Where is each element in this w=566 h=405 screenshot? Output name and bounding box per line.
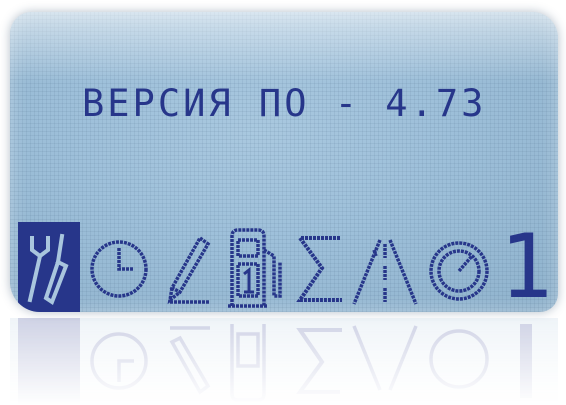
firmware-version-label: ВЕРСИЯ ПО - 4.73: [82, 82, 487, 125]
reflected-menu-number: [498, 318, 554, 405]
reflected-road-icon: [350, 318, 420, 405]
clock-icon[interactable]: [86, 222, 152, 312]
reflected-pencil-icon: [160, 318, 216, 405]
menu-number: 1: [498, 222, 554, 312]
device-screen-photo: ВЕРСИЯ ПО - 4.73 1: [0, 0, 566, 405]
reflected-speedometer-icon: [424, 318, 494, 405]
speedometer-icon[interactable]: [424, 222, 494, 312]
reflected-wrench-screwdriver-icon: [18, 318, 80, 405]
sigma-icon[interactable]: [294, 222, 346, 312]
menu-icon-bar: 1: [10, 222, 558, 312]
menu-number-text: 1: [499, 215, 553, 312]
road-icon[interactable]: [350, 222, 420, 312]
reflected-fuel-pump-icon: [224, 318, 288, 405]
lcd-display: ВЕРСИЯ ПО - 4.73 1: [10, 12, 558, 312]
reflected-icon-bar: [10, 318, 558, 405]
reflected-sigma-icon: [294, 318, 346, 405]
reflected-clock-icon: [86, 318, 152, 405]
pencil-icon[interactable]: [160, 222, 216, 312]
screen-reflection: [10, 318, 558, 405]
wrench-screwdriver-icon[interactable]: [18, 222, 80, 312]
fuel-pump-icon[interactable]: [224, 222, 288, 312]
